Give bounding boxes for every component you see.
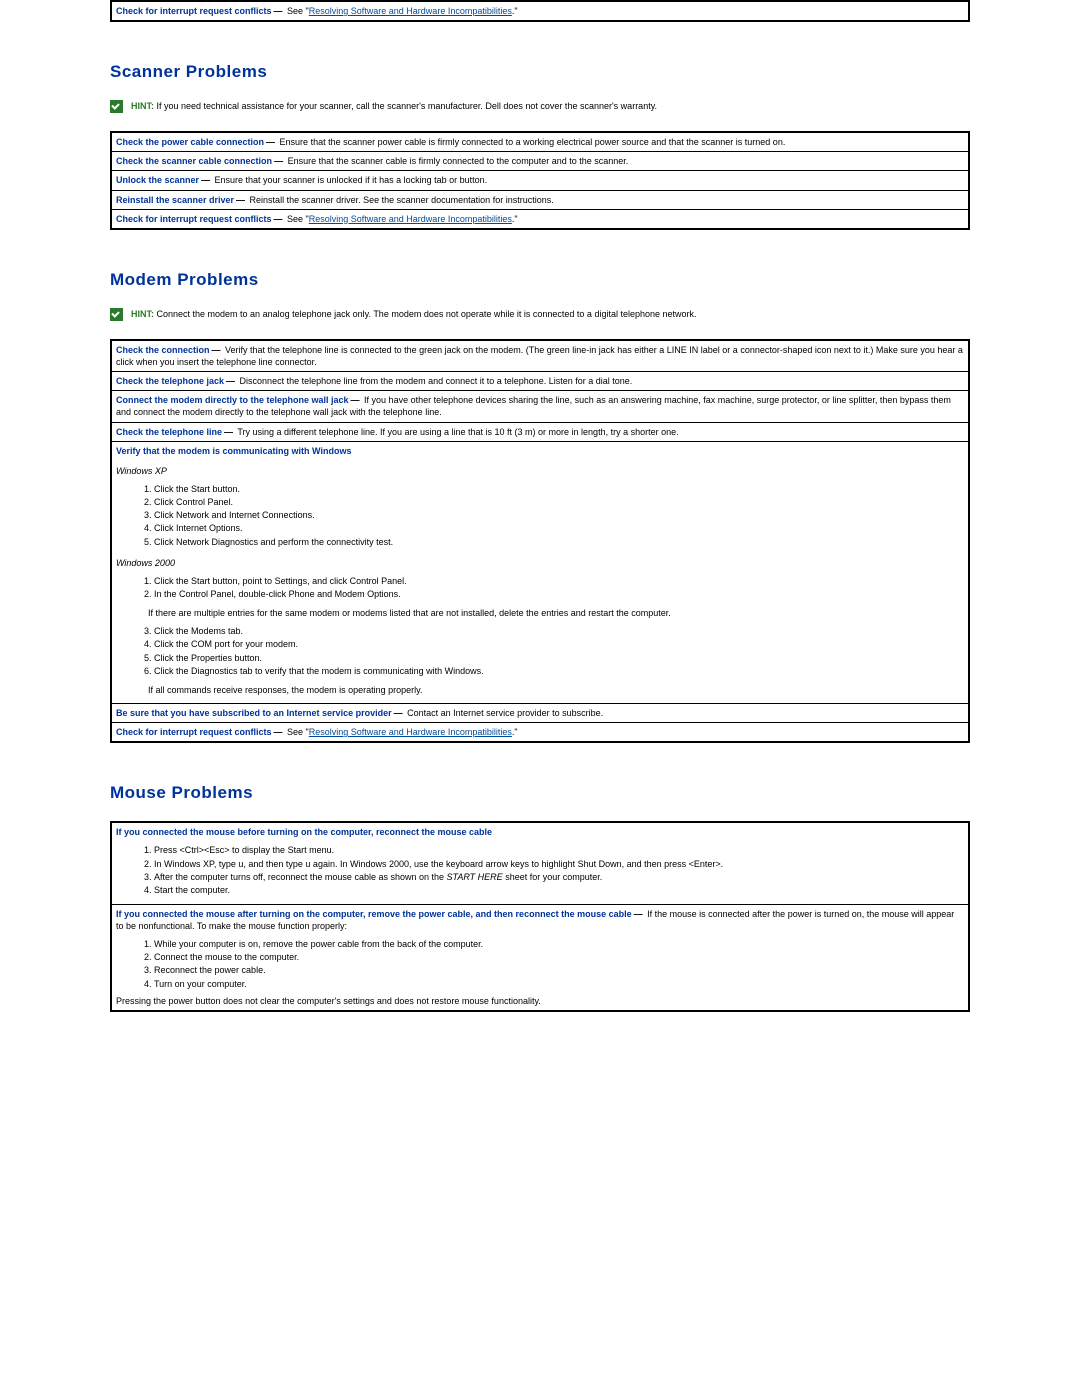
w2k-note-a: If there are multiple entries for the sa… xyxy=(148,607,964,619)
table-row: Check the connection— Verify that the te… xyxy=(111,340,969,372)
table-row: Unlock the scanner— Ensure that your sca… xyxy=(111,171,969,190)
mouse-r2-tail: Pressing the power button does not clear… xyxy=(116,995,964,1007)
list-item: Click the Start button. xyxy=(154,483,964,496)
hint-check-icon xyxy=(110,308,123,321)
list-item: While your computer is on, remove the po… xyxy=(154,938,964,951)
list-item: Click the Start button, point to Setting… xyxy=(154,575,964,588)
modem-hint: HINT: Connect the modem to an analog tel… xyxy=(110,308,970,321)
list-item: Click the Diagnostics tab to verify that… xyxy=(154,665,964,678)
hint-text: If you need technical assistance for you… xyxy=(154,101,657,111)
table-row: Check for interrupt request conflicts— S… xyxy=(111,723,969,743)
table-row: Check the telephone line— Try using a di… xyxy=(111,422,969,441)
start-here-italic: START HERE xyxy=(447,872,503,882)
list-item: Click Network and Internet Connections. xyxy=(154,509,964,522)
table-row: If you connected the mouse before turnin… xyxy=(111,822,969,904)
mouse-r1-title: If you connected the mouse before turnin… xyxy=(116,826,964,838)
verify-modem-title: Verify that the modem is communicating w… xyxy=(116,445,964,457)
list-item: In the Control Panel, double-click Phone… xyxy=(154,588,964,601)
modem-heading: Modem Problems xyxy=(110,270,970,290)
list-item: Click Internet Options. xyxy=(154,522,964,535)
table-row: Check for interrupt request conflicts— S… xyxy=(111,209,969,229)
list-item: Click Control Panel. xyxy=(154,496,964,509)
list-item: Click the Modems tab. xyxy=(154,625,964,638)
scanner-heading: Scanner Problems xyxy=(110,62,970,82)
table-row: If you connected the mouse after turning… xyxy=(111,904,969,1010)
mouse-r1-steps: Press <Ctrl><Esc> to display the Start m… xyxy=(116,844,964,897)
scanner-hint: HINT: If you need technical assistance f… xyxy=(110,100,970,113)
w2k-steps-b: Click the Modems tab. Click the COM port… xyxy=(116,625,964,678)
windows-xp-label: Windows XP xyxy=(116,465,964,477)
list-item: Click the COM port for your modem. xyxy=(154,638,964,651)
list-item: Turn on your computer. xyxy=(154,978,964,991)
list-item: After the computer turns off, reconnect … xyxy=(154,871,964,884)
table-row: Verify that the modem is communicating w… xyxy=(111,441,969,703)
table-row: Reinstall the scanner driver— Reinstall … xyxy=(111,190,969,209)
incompat-link[interactable]: Resolving Software and Hardware Incompat… xyxy=(309,6,512,16)
scanner-table: Check the power cable connection— Ensure… xyxy=(110,131,970,230)
table-row: Check the power cable connection— Ensure… xyxy=(111,132,969,152)
table-row: Be sure that you have subscribed to an I… xyxy=(111,703,969,722)
hint-label: HINT: xyxy=(131,101,154,111)
top-orphan-table: Check for interrupt request conflicts— S… xyxy=(110,0,970,22)
list-item: Press <Ctrl><Esc> to display the Start m… xyxy=(154,844,964,857)
orphan-row: Check for interrupt request conflicts— S… xyxy=(111,1,969,21)
list-item: Start the computer. xyxy=(154,884,964,897)
hint-check-icon xyxy=(110,100,123,113)
table-row: Check the telephone jack— Disconnect the… xyxy=(111,372,969,391)
mouse-r2-steps: While your computer is on, remove the po… xyxy=(116,938,964,991)
incompat-link[interactable]: Resolving Software and Hardware Incompat… xyxy=(309,727,512,737)
list-item: Connect the mouse to the computer. xyxy=(154,951,964,964)
list-item: Click Network Diagnostics and perform th… xyxy=(154,536,964,549)
list-item: Click the Properties button. xyxy=(154,652,964,665)
w2k-note-b: If all commands receive responses, the m… xyxy=(148,684,964,696)
mouse-heading: Mouse Problems xyxy=(110,783,970,803)
xp-steps: Click the Start button. Click Control Pa… xyxy=(116,483,964,549)
list-item: In Windows XP, type u, and then type u a… xyxy=(154,858,964,871)
mouse-table: If you connected the mouse before turnin… xyxy=(110,821,970,1012)
table-row: Check the scanner cable connection— Ensu… xyxy=(111,152,969,171)
mouse-r2-title: If you connected the mouse after turning… xyxy=(116,909,632,919)
hint-label: HINT: xyxy=(131,309,154,319)
list-item: Reconnect the power cable. xyxy=(154,964,964,977)
orphan-title: Check for interrupt request conflicts xyxy=(116,6,272,16)
w2k-steps-a: Click the Start button, point to Setting… xyxy=(116,575,964,601)
modem-table: Check the connection— Verify that the te… xyxy=(110,339,970,743)
hint-text: Connect the modem to an analog telephone… xyxy=(154,309,697,319)
windows-2000-label: Windows 2000 xyxy=(116,557,964,569)
table-row: Connect the modem directly to the teleph… xyxy=(111,391,969,422)
incompat-link[interactable]: Resolving Software and Hardware Incompat… xyxy=(309,214,512,224)
